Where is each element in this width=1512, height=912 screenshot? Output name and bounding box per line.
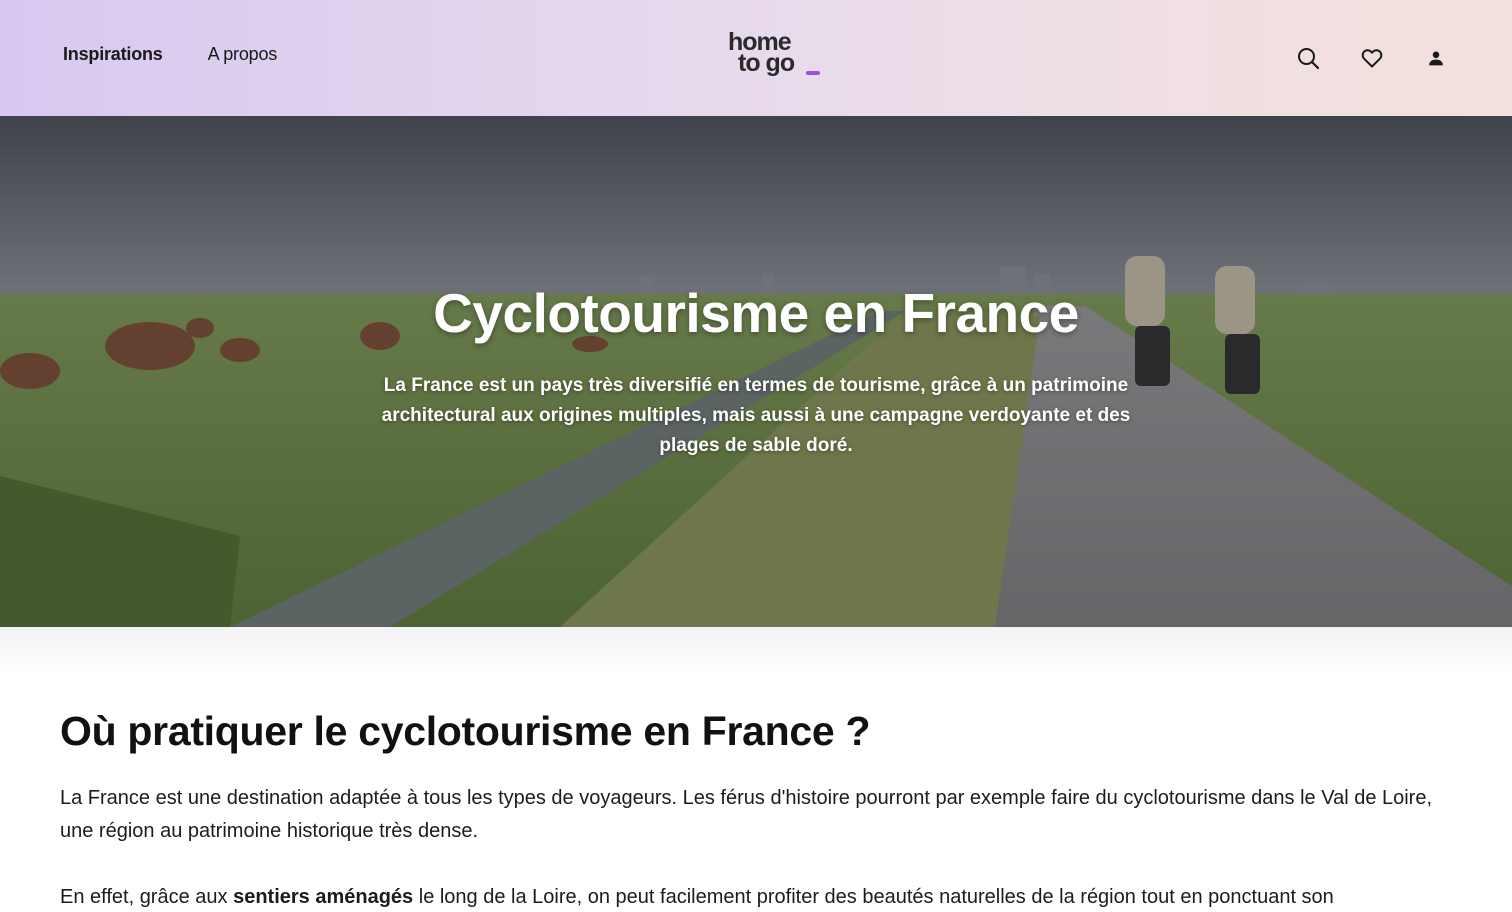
user-icon [1429, 51, 1443, 66]
top-navigation-bar: Inspirations A propos home to go [0, 0, 1512, 116]
favorites-button[interactable] [1358, 44, 1386, 72]
paragraph-2-text-start: En effet, grâce aux [60, 886, 234, 908]
heart-icon [1361, 49, 1383, 68]
header-actions [1294, 44, 1450, 72]
article-paragraph-2: En effet, grâce aux sentiers aménagés le… [60, 881, 1455, 912]
hero-title: Cyclotourisme en France [433, 282, 1079, 344]
paragraph-2-bold-text: sentiers aménagés [233, 886, 414, 908]
section-heading: Où pratiquer le cyclotourisme en France … [60, 708, 871, 754]
nav-link-a-propos[interactable]: A propos [208, 44, 278, 65]
search-button[interactable] [1294, 44, 1322, 72]
account-button[interactable] [1422, 44, 1450, 72]
article-content-area [0, 627, 1512, 912]
hero-subtitle: La France est un pays très diversifié en… [381, 375, 1131, 456]
paragraph-2-text-end: le long de la Loire, on peut facilement … [413, 886, 1334, 908]
hometogo-logo[interactable]: home to go [728, 30, 824, 84]
hero-banner: Cyclotourisme en France La France est un… [0, 116, 1512, 627]
primary-nav: Inspirations A propos [63, 44, 277, 65]
logo-accent-mark [806, 71, 820, 75]
article-paragraph-1: La France est une destination adaptée à … [60, 787, 1433, 842]
search-icon [1298, 48, 1320, 70]
nav-link-inspirations[interactable]: Inspirations [63, 44, 163, 65]
